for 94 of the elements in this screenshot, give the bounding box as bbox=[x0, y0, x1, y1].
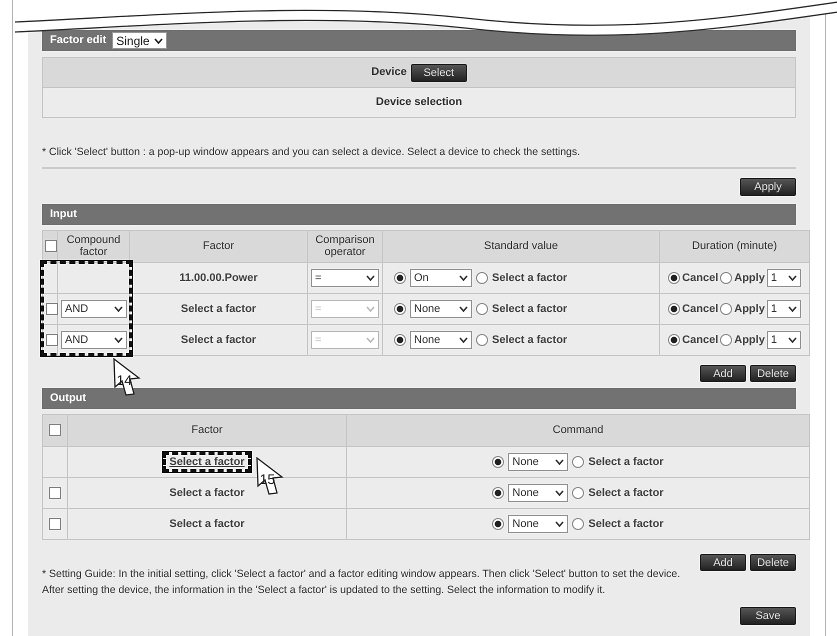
minutes-dropdown[interactable]: 1 bbox=[766, 300, 801, 318]
checkbox[interactable] bbox=[46, 334, 58, 346]
radio-button[interactable] bbox=[668, 334, 680, 346]
radio-button[interactable] bbox=[476, 334, 488, 346]
factor-edit-label: Factor edit bbox=[50, 33, 106, 48]
radio-label: Select a factor bbox=[492, 302, 568, 316]
factor-text: Select a factor bbox=[169, 518, 245, 530]
pointer-arrow-icon bbox=[112, 358, 142, 396]
device-label: Device bbox=[371, 65, 407, 80]
value-dropdown[interactable]: None bbox=[410, 330, 472, 349]
chevron-icon bbox=[459, 306, 468, 312]
radio-label: Select a factor bbox=[492, 270, 568, 286]
checkbox[interactable] bbox=[49, 424, 61, 436]
radio-button[interactable] bbox=[476, 272, 488, 284]
checkbox[interactable] bbox=[49, 518, 61, 530]
chevron-icon bbox=[788, 306, 797, 312]
compound-dropdown[interactable]: AND bbox=[61, 330, 127, 349]
command-dropdown[interactable]: None bbox=[508, 484, 568, 502]
section-title: Input bbox=[50, 207, 77, 222]
radio-button[interactable] bbox=[720, 334, 732, 346]
command-dropdown[interactable]: None bbox=[508, 514, 568, 533]
column-header: Standard value bbox=[382, 230, 660, 262]
select-button[interactable]: Select bbox=[410, 64, 467, 82]
operator-dropdown[interactable]: = bbox=[311, 268, 379, 287]
chevron-icon bbox=[555, 458, 564, 465]
checkbox[interactable] bbox=[46, 302, 58, 315]
radio-button[interactable] bbox=[394, 272, 406, 284]
radio-button[interactable] bbox=[572, 518, 584, 530]
column-header: Command bbox=[346, 414, 810, 446]
delete-button[interactable]: Delete bbox=[750, 364, 796, 382]
value-dropdown[interactable]: On bbox=[410, 268, 472, 287]
chevron-icon bbox=[788, 336, 797, 343]
chevron-icon bbox=[366, 336, 375, 343]
chevron-icon bbox=[366, 306, 375, 312]
factor-text: Select a factor bbox=[169, 486, 245, 498]
chevron-icon bbox=[459, 336, 468, 343]
device-note: * Click 'Select' button : a pop-up window appears and you can select a device. Select a device to check the settings. bbox=[42, 145, 796, 169]
radio-label: Apply bbox=[734, 332, 765, 348]
add-button[interactable]: Add bbox=[700, 364, 746, 382]
chevron-icon bbox=[154, 38, 163, 44]
minutes-dropdown[interactable]: 1 bbox=[766, 330, 801, 349]
radio-label: Select a factor bbox=[588, 516, 664, 532]
radio-label: Select a factor bbox=[588, 486, 664, 500]
radio-button[interactable] bbox=[492, 518, 504, 530]
chevron-icon bbox=[459, 274, 468, 281]
radio-button[interactable] bbox=[668, 272, 680, 284]
factor-link[interactable]: Select a factor bbox=[169, 456, 245, 468]
radio-button[interactable] bbox=[492, 456, 504, 468]
radio-button[interactable] bbox=[720, 272, 732, 284]
device-selection-text: Device selection bbox=[376, 95, 462, 110]
radio-button[interactable] bbox=[476, 302, 488, 315]
command-dropdown[interactable]: None bbox=[508, 452, 568, 471]
radio-button[interactable] bbox=[394, 302, 406, 315]
chevron-icon bbox=[555, 520, 564, 527]
column-header: Compound factor bbox=[58, 230, 130, 262]
radio-label: Cancel bbox=[682, 302, 718, 316]
radio-label: Apply bbox=[734, 270, 765, 286]
radio-label: Cancel bbox=[682, 332, 718, 348]
table-cell: 11.00.00.Power bbox=[130, 262, 308, 294]
mode-dropdown[interactable]: Single bbox=[112, 32, 167, 49]
column-header: Comparison operator bbox=[308, 230, 382, 262]
radio-button[interactable] bbox=[720, 302, 732, 315]
checkbox[interactable] bbox=[45, 240, 57, 252]
column-header: Factor bbox=[130, 230, 308, 262]
chevron-icon bbox=[788, 274, 797, 281]
table-cell: Select a factor bbox=[130, 324, 308, 356]
radio-button[interactable] bbox=[668, 302, 680, 315]
radio-label: Select a factor bbox=[588, 454, 664, 470]
radio-button[interactable] bbox=[572, 486, 584, 499]
radio-button[interactable] bbox=[572, 456, 584, 468]
chevron-icon bbox=[555, 490, 564, 496]
radio-label: Apply bbox=[734, 302, 765, 316]
add-button[interactable]: Add bbox=[700, 554, 746, 571]
pointer-arrow-icon bbox=[254, 456, 285, 494]
save-button[interactable]: Save bbox=[740, 606, 796, 625]
radio-label: Select a factor bbox=[492, 332, 568, 348]
apply-button[interactable]: Apply bbox=[740, 178, 796, 196]
table-cell: Select a factor bbox=[130, 293, 308, 324]
compound-dropdown[interactable]: AND bbox=[61, 300, 127, 318]
radio-button[interactable] bbox=[492, 486, 504, 499]
setting-guide-text: After setting the device, the information in the 'Select a factor' is updated to the setting. Select the information to modify it. bbox=[42, 582, 606, 597]
column-header: Factor bbox=[68, 414, 346, 446]
chevron-icon bbox=[114, 336, 123, 343]
setting-guide-text: * Setting Guide: In the initial setting, click 'Select a factor' and a factor editing window appears. Then click 'Select' button to set the device. bbox=[42, 566, 682, 581]
value-dropdown[interactable]: None bbox=[410, 300, 472, 318]
chevron-icon bbox=[366, 274, 375, 281]
chevron-icon bbox=[114, 306, 123, 312]
section-title: Output bbox=[50, 391, 86, 406]
radio-label: Cancel bbox=[682, 270, 718, 286]
radio-button[interactable] bbox=[394, 334, 406, 346]
column-header: Duration (minute) bbox=[660, 230, 810, 262]
delete-button[interactable]: Delete bbox=[750, 554, 796, 571]
minutes-dropdown[interactable]: 1 bbox=[766, 268, 801, 287]
checkbox[interactable] bbox=[49, 486, 61, 499]
